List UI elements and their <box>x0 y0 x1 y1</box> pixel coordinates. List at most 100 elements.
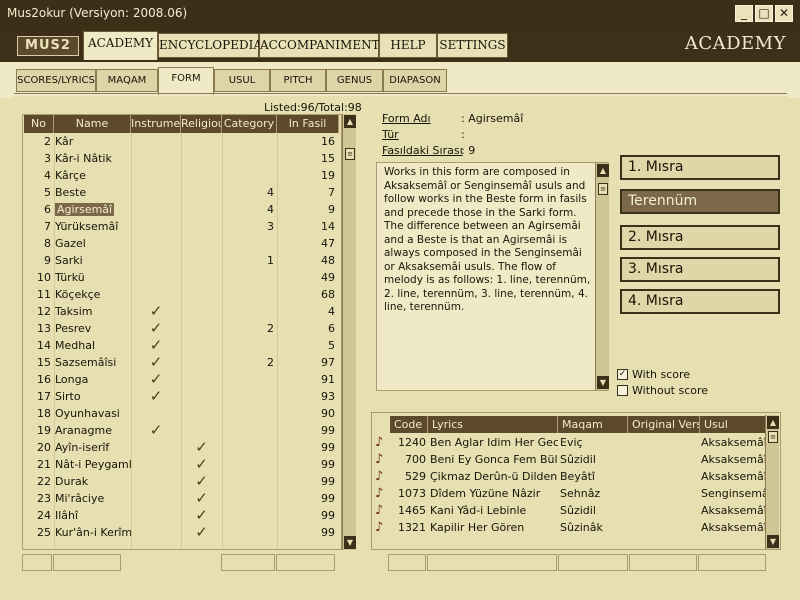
col-header-instrumental[interactable]: Instrumental <box>131 115 181 133</box>
table-row[interactable]: ♪ 1465 Kani Yâd-i Lebinle Sûzidil Aksaksemâî <box>372 502 768 519</box>
table-row[interactable]: 24 Ilâhî ✓ 99 <box>23 507 341 524</box>
description-scrollbar[interactable]: ▲ ≡ ▼ <box>595 163 609 390</box>
scroll-down-icon[interactable]: ▼ <box>597 376 609 389</box>
minimize-icon[interactable]: _ <box>735 5 753 22</box>
col-header-maqam[interactable]: Maqam <box>558 416 628 433</box>
form-name-label: Form Adı <box>382 112 431 125</box>
table-row[interactable]: ♪ 529 Çikmaz Derûn-ü Dilden Beyâtî Aksaksemâ… <box>372 468 768 485</box>
cell-category <box>222 388 274 405</box>
subtab-usul[interactable]: USUL <box>214 69 270 92</box>
cell-in-fasil: 15 <box>321 152 335 165</box>
with-score-checkbox[interactable]: ✓ <box>617 369 628 380</box>
score-note-icon[interactable]: ♪ <box>375 434 387 451</box>
form-list-panel: No Name Instrumental Religious Category … <box>22 114 342 550</box>
tab-academy[interactable]: ACADEMY <box>83 31 158 60</box>
subtab-maqam[interactable]: MAQAM <box>96 69 158 92</box>
scroll-up-icon[interactable]: ▲ <box>344 115 356 128</box>
table-row[interactable]: 12 Taksim ✓ 4 <box>23 303 341 320</box>
table-row[interactable]: 13 Pesrev ✓ 2 6 <box>23 320 341 337</box>
score-note-icon[interactable]: ♪ <box>375 519 387 536</box>
table-row[interactable]: 9 Sarki 1 48 <box>23 252 341 269</box>
score-note-icon[interactable]: ♪ <box>375 451 387 468</box>
songs-scrollbar[interactable]: ▲ ≡ ▼ <box>765 415 779 549</box>
table-row[interactable]: 20 Ayîn-iserîf ✓ 99 <box>23 439 341 456</box>
table-row[interactable]: 10 Türkü 49 <box>23 269 341 286</box>
refrain-button[interactable]: Terennüm <box>620 189 780 214</box>
table-row[interactable]: 8 Gazel 47 <box>23 235 341 252</box>
cell-no: 6 <box>44 203 51 216</box>
col-header-usul[interactable]: Usul <box>700 416 768 433</box>
subtab-diapason[interactable]: DIAPASON <box>383 69 447 92</box>
col-header-category[interactable]: Category <box>222 115 277 133</box>
scroll-down-icon[interactable]: ▼ <box>344 536 356 549</box>
maximize-icon[interactable]: □ <box>755 5 773 22</box>
line-3-button[interactable]: 3. Mısra <box>620 257 780 282</box>
scroll-thumb[interactable]: ≡ <box>345 148 355 160</box>
line-2-button[interactable]: 2. Mısra <box>620 225 780 250</box>
line-1-button[interactable]: 1. Mısra <box>620 155 780 180</box>
table-row[interactable]: 23 Mi'râciye ✓ 99 <box>23 490 341 507</box>
col-header-lyrics[interactable]: Lyrics <box>428 416 558 433</box>
cell-instrumental <box>131 269 181 286</box>
table-row[interactable]: 16 Longa ✓ 91 <box>23 371 341 388</box>
col-header-name[interactable]: Name <box>54 115 131 133</box>
scroll-thumb[interactable]: ≡ <box>768 431 778 443</box>
col-header-original-version[interactable]: Original Version <box>628 416 700 433</box>
table-row[interactable]: 7 Yürüksemâî 3 14 <box>23 218 341 235</box>
table-row[interactable]: 14 Medhal ✓ 5 <box>23 337 341 354</box>
subtab-form[interactable]: FORM <box>158 67 214 95</box>
table-row[interactable]: 2 Kâr 16 <box>23 133 341 150</box>
score-note-icon[interactable]: ♪ <box>375 468 387 485</box>
col-header-religious[interactable]: Religious <box>181 115 222 133</box>
col-header-in-fasil[interactable]: In Fasil <box>277 115 339 133</box>
cell-instrumental: ✓ <box>149 320 163 337</box>
cell-name: Aranagme <box>55 424 112 437</box>
table-row[interactable]: 25 Kur'ân-i Kerîm ✓ 99 <box>23 524 341 541</box>
tab-accompaniment[interactable]: ACCOMPANIMENT <box>259 33 380 58</box>
status-cell <box>698 554 766 571</box>
score-note-icon[interactable]: ♪ <box>375 485 387 502</box>
table-row[interactable]: 3 Kâr-i Nâtik 15 <box>23 150 341 167</box>
cell-instrumental: ✓ <box>149 337 163 354</box>
scroll-down-icon[interactable]: ▼ <box>767 535 779 548</box>
tab-settings[interactable]: SETTINGS <box>437 33 508 58</box>
table-row[interactable]: 4 Kârçe 19 <box>23 167 341 184</box>
table-row[interactable]: 6 Agirsemâî 4 9 <box>23 201 341 218</box>
subtab-genus[interactable]: GENUS <box>326 69 383 92</box>
cell-category <box>222 167 274 184</box>
score-note-icon[interactable]: ♪ <box>375 502 387 519</box>
cell-no: 11 <box>37 288 51 301</box>
table-row[interactable]: 11 Köçekçe 68 <box>23 286 341 303</box>
table-row[interactable]: 18 Oyunhavasi 90 <box>23 405 341 422</box>
cell-instrumental: ✓ <box>149 303 163 320</box>
table-row[interactable]: ♪ 1073 Dîdem Yüzüne Nâzir Sehnâz Senginsemâî <box>372 485 768 502</box>
table-row[interactable]: ♪ 700 Beni Ey Gonca Fem BülbülSûzidil Aksak… <box>372 451 768 468</box>
scroll-thumb[interactable]: ≡ <box>598 183 608 195</box>
col-header-no[interactable]: No <box>24 115 54 133</box>
subtab-scores-lyrics[interactable]: SCORES/LYRICS <box>16 69 96 92</box>
cell-no: 14 <box>37 339 51 352</box>
table-row[interactable]: ♪ 1240 Ben Aglar Idim Her Gece Eviç Aksaksem… <box>372 434 768 451</box>
table-row[interactable]: 15 Sazsemâîsi ✓ 2 97 <box>23 354 341 371</box>
close-icon[interactable]: ✕ <box>775 5 793 22</box>
cell-maqam: Eviç <box>560 436 583 449</box>
table-row[interactable]: 17 Sirto ✓ 93 <box>23 388 341 405</box>
line-4-button[interactable]: 4. Mısra <box>620 289 780 314</box>
tab-encyclopedia[interactable]: ENCYCLOPEDIA <box>158 33 262 58</box>
subtab-pitch[interactable]: PITCH <box>270 69 326 92</box>
scroll-up-icon[interactable]: ▲ <box>597 164 609 177</box>
table-row[interactable]: 22 Durak ✓ 99 <box>23 473 341 490</box>
tab-help[interactable]: HELP <box>379 33 437 58</box>
cell-no: 24 <box>37 509 51 522</box>
without-score-checkbox[interactable] <box>617 385 628 396</box>
col-header-code[interactable]: Code <box>390 416 428 433</box>
form-list-scrollbar[interactable]: ▲ ≡ ▼ <box>342 114 356 550</box>
cell-religious <box>181 184 222 201</box>
table-row[interactable]: 5 Beste 4 7 <box>23 184 341 201</box>
cell-category <box>222 490 274 507</box>
table-row[interactable]: 19 Aranagme ✓ 99 <box>23 422 341 439</box>
cell-category: 1 <box>267 254 274 267</box>
scroll-up-icon[interactable]: ▲ <box>767 416 779 429</box>
table-row[interactable]: ♪ 1321 Kapilir Her Gören Sûzinâk Aksaksemâî <box>372 519 768 536</box>
table-row[interactable]: 21 Nât-i Peygaml ✓ 99 <box>23 456 341 473</box>
